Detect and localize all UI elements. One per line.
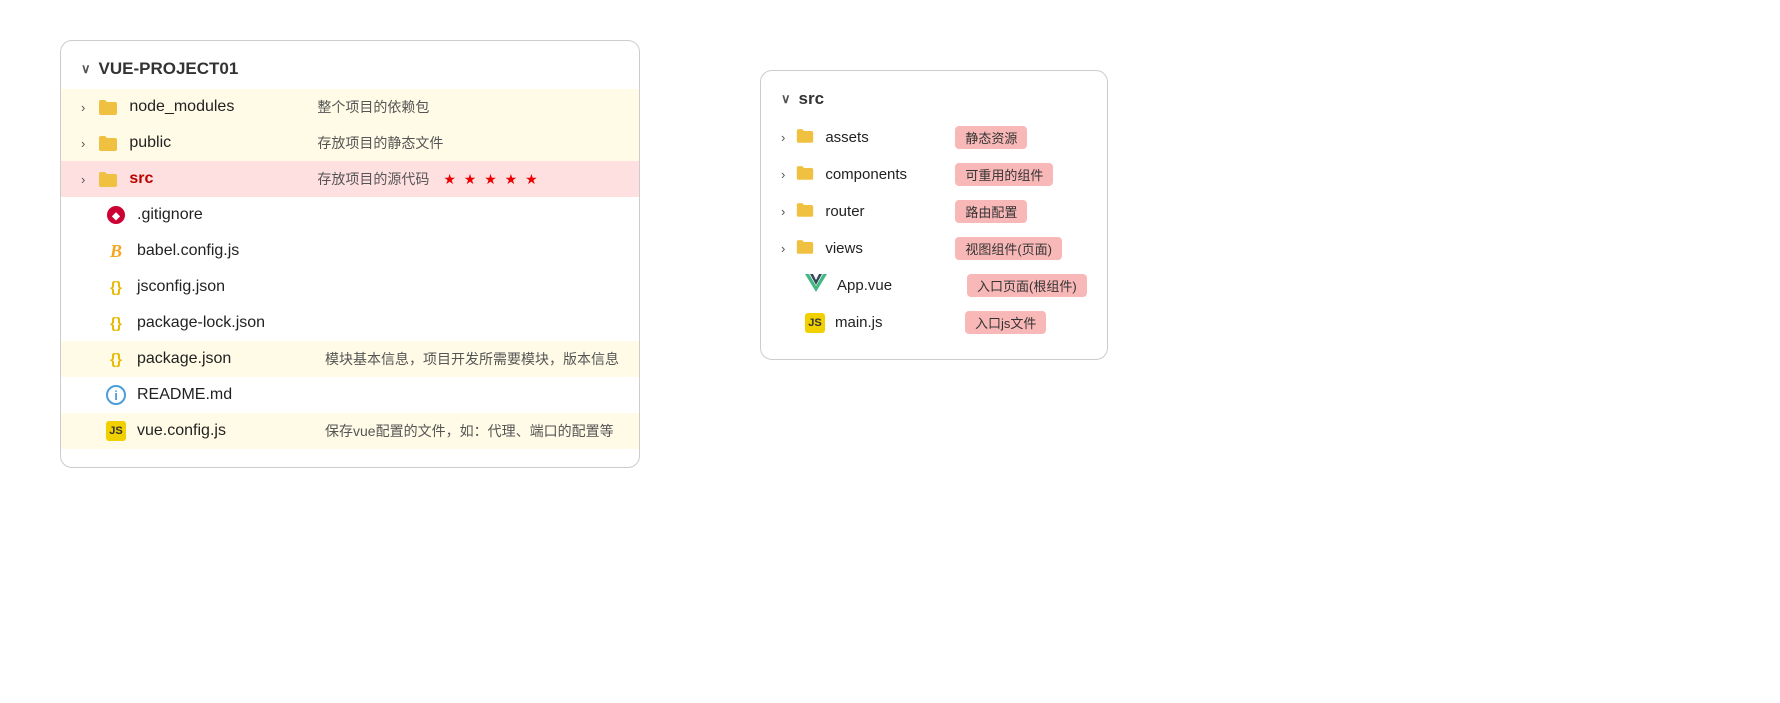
right-panel: ∨ src › assets 静态资源 › components 可重用的组件 › route… bbox=[760, 70, 1108, 360]
file-badge: 入口js文件 bbox=[965, 311, 1046, 334]
list-item[interactable]: {} jsconfig.json bbox=[61, 269, 639, 305]
chevron-right-icon: › bbox=[81, 100, 85, 115]
left-file-list: › node_modules 整个项目的依赖包 › public 存放项目的静态文件 › sr… bbox=[61, 89, 639, 449]
list-item[interactable]: › components 可重用的组件 bbox=[761, 156, 1107, 193]
list-item[interactable]: › src 存放项目的源代码 ★ ★ ★ ★ ★ bbox=[61, 161, 639, 197]
right-file-list: ›assets静态资源›components可重用的组件›router路由配置›… bbox=[761, 119, 1107, 341]
list-item[interactable]: › assets 静态资源 bbox=[761, 119, 1107, 156]
file-desc: 模块基本信息，项目开发所需要模块，版本信息 bbox=[325, 349, 619, 369]
chevron-icon: ∨ bbox=[81, 61, 91, 77]
file-name: main.js bbox=[835, 314, 945, 331]
folder-icon bbox=[97, 132, 119, 154]
file-name: App.vue bbox=[837, 277, 947, 294]
file-name: views bbox=[825, 240, 935, 257]
chevron-right-icon: › bbox=[781, 130, 785, 145]
folder-icon bbox=[795, 238, 815, 259]
chevron-right-icon: › bbox=[781, 167, 785, 182]
folder-icon bbox=[795, 127, 815, 148]
file-name: package.json bbox=[137, 350, 307, 368]
json-icon: {} bbox=[105, 312, 127, 334]
file-name: README.md bbox=[137, 386, 307, 404]
right-panel-title: ∨ src bbox=[761, 89, 1107, 119]
chevron-right-icon: › bbox=[81, 136, 85, 151]
list-item[interactable]: JS vue.config.js 保存vue配置的文件，如：代理、端口的配置等 bbox=[61, 413, 639, 449]
file-badge: 路由配置 bbox=[955, 200, 1027, 223]
info-icon: i bbox=[105, 384, 127, 406]
right-panel-title-text: src bbox=[799, 89, 825, 109]
file-name: src bbox=[129, 170, 299, 188]
left-panel: ∨ VUE-PROJECT01 › node_modules 整个项目的依赖包 › pu… bbox=[60, 40, 640, 468]
file-desc: 存放项目的静态文件 bbox=[317, 133, 443, 153]
chevron-icon-right: ∨ bbox=[781, 91, 791, 107]
file-name: vue.config.js bbox=[137, 422, 307, 440]
list-item[interactable]: › node_modules 整个项目的依赖包 bbox=[61, 89, 639, 125]
file-desc: 保存vue配置的文件，如：代理、端口的配置等 bbox=[325, 421, 614, 441]
js-icon: JS bbox=[105, 420, 127, 442]
list-item[interactable]: › public 存放项目的静态文件 bbox=[61, 125, 639, 161]
left-panel-title-text: VUE-PROJECT01 bbox=[99, 59, 239, 79]
file-name: assets bbox=[825, 129, 935, 146]
svg-text:i: i bbox=[114, 388, 118, 403]
list-item[interactable]: App.vue 入口页面(根组件) bbox=[761, 267, 1107, 304]
list-item[interactable]: JS main.js 入口js文件 bbox=[761, 304, 1107, 341]
json-icon: {} bbox=[105, 348, 127, 370]
json-icon: {} bbox=[105, 276, 127, 298]
babel-icon: B bbox=[105, 240, 127, 262]
list-item[interactable]: › router 路由配置 bbox=[761, 193, 1107, 230]
js-icon: JS bbox=[805, 313, 825, 333]
list-item[interactable]: Bbabel.config.js bbox=[61, 233, 639, 269]
file-badge: 入口页面(根组件) bbox=[967, 274, 1087, 297]
file-name: components bbox=[825, 166, 935, 183]
file-name: public bbox=[129, 134, 299, 152]
svg-text:◆: ◆ bbox=[111, 211, 120, 222]
chevron-right-icon: › bbox=[81, 172, 85, 187]
file-name: router bbox=[825, 203, 935, 220]
left-panel-title: ∨ VUE-PROJECT01 bbox=[61, 59, 639, 89]
chevron-right-icon: › bbox=[781, 241, 785, 256]
folder-icon bbox=[795, 164, 815, 185]
file-desc: 存放项目的源代码 bbox=[317, 169, 429, 189]
file-name: node_modules bbox=[129, 98, 299, 116]
list-item[interactable]: i README.md bbox=[61, 377, 639, 413]
folder-icon bbox=[795, 201, 815, 222]
file-badge: 静态资源 bbox=[955, 126, 1027, 149]
list-item[interactable]: {} package-lock.json bbox=[61, 305, 639, 341]
file-name: .gitignore bbox=[137, 206, 307, 224]
file-name: jsconfig.json bbox=[137, 278, 307, 296]
list-item[interactable]: › views 视图组件(页面) bbox=[761, 230, 1107, 267]
file-name: babel.config.js bbox=[137, 242, 307, 260]
file-name: package-lock.json bbox=[137, 314, 307, 332]
chevron-right-icon: › bbox=[781, 204, 785, 219]
list-item[interactable]: ◆ .gitignore bbox=[61, 197, 639, 233]
file-desc: 整个项目的依赖包 bbox=[317, 97, 429, 117]
list-item[interactable]: {} package.json 模块基本信息，项目开发所需要模块，版本信息 bbox=[61, 341, 639, 377]
importance-stars: ★ ★ ★ ★ ★ bbox=[443, 171, 539, 188]
folder-icon bbox=[97, 168, 119, 190]
vue-icon bbox=[805, 274, 827, 297]
git-icon: ◆ bbox=[105, 204, 127, 226]
folder-icon bbox=[97, 96, 119, 118]
babel-letter: B bbox=[110, 241, 122, 262]
file-badge: 可重用的组件 bbox=[955, 163, 1053, 186]
file-badge: 视图组件(页面) bbox=[955, 237, 1062, 260]
